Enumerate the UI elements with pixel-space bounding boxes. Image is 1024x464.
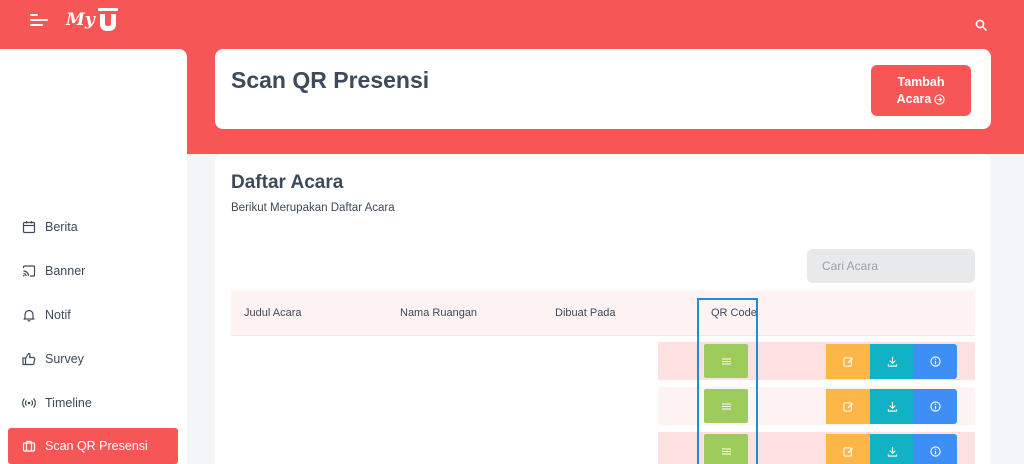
menu-lines-icon (721, 403, 731, 409)
search-event-input[interactable] (807, 249, 975, 283)
edit-icon (842, 402, 853, 412)
briefcase-icon (22, 440, 36, 452)
list-subtitle: Berikut Merupakan Daftar Acara (231, 202, 395, 214)
download-icon (887, 356, 897, 367)
bell-icon (23, 309, 35, 322)
qr-code-button[interactable] (704, 344, 748, 378)
broadcast-icon (22, 398, 36, 408)
edit-icon (842, 447, 853, 457)
add-event-label-line2: Acara (896, 91, 932, 106)
app-logo[interactable]: My (66, 4, 119, 36)
info-icon (929, 356, 941, 367)
info-icon (929, 446, 941, 457)
sidebar-item-scan-qr-presensi[interactable]: Scan QR Presensi (8, 428, 178, 464)
download-button[interactable] (870, 389, 914, 424)
calendar-icon (22, 221, 36, 234)
add-event-button[interactable]: Tambah Acara (871, 65, 971, 116)
search-icon[interactable] (975, 19, 987, 31)
info-button[interactable] (913, 389, 957, 424)
page-title: Scan QR Presensi (231, 67, 430, 93)
download-button[interactable] (870, 344, 914, 379)
table-header: Judul Acara Nama Ruangan Dibuat Pada QR … (231, 290, 975, 336)
thumbs-up-icon (22, 352, 36, 366)
edit-button[interactable] (826, 344, 870, 379)
info-button[interactable] (913, 434, 957, 464)
qr-code-button[interactable] (704, 389, 748, 423)
sidebar-item-label: Timeline (45, 396, 92, 410)
sidebar: Berita Banner Notif Survey Timeline Scan… (0, 49, 187, 464)
edit-button[interactable] (826, 389, 870, 424)
download-icon (887, 446, 897, 457)
sidebar-item-timeline[interactable]: Timeline (8, 385, 178, 421)
menu-lines-icon (721, 358, 731, 364)
hamburger-icon[interactable] (30, 13, 48, 27)
sidebar-item-label: Scan QR Presensi (45, 439, 148, 453)
event-list-card: Daftar Acara Berikut Merupakan Daftar Ac… (215, 154, 991, 464)
column-header-qr-code: QR Code (711, 307, 757, 319)
sidebar-item-survey[interactable]: Survey (8, 341, 178, 377)
info-icon (929, 401, 941, 412)
edit-icon (842, 357, 853, 367)
sidebar-item-label: Notif (45, 308, 71, 322)
sidebar-item-banner[interactable]: Banner (8, 253, 178, 289)
add-event-label-line1: Tambah (897, 74, 945, 89)
column-header-dibuat-pada: Dibuat Pada (555, 307, 616, 319)
download-icon (887, 401, 897, 412)
list-title: Daftar Acara (231, 172, 344, 193)
logo-mark-icon (97, 8, 118, 31)
info-button[interactable] (913, 344, 957, 379)
logo-text: My (66, 10, 95, 30)
sidebar-item-berita[interactable]: Berita (8, 209, 178, 245)
menu-lines-icon (721, 448, 731, 454)
column-header-judul-acara: Judul Acara (244, 307, 302, 319)
sidebar-item-label: Survey (45, 352, 84, 366)
page-header-card: Scan QR Presensi Tambah Acara (215, 49, 991, 129)
sidebar-item-label: Banner (45, 264, 86, 278)
download-button[interactable] (870, 434, 914, 464)
sidebar-item-notif[interactable]: Notif (8, 297, 178, 333)
column-header-nama-ruangan: Nama Ruangan (400, 307, 478, 319)
arrow-right-circle-icon (934, 93, 946, 105)
sidebar-item-label: Berita (45, 220, 78, 234)
cast-icon (22, 265, 36, 277)
edit-button[interactable] (826, 434, 870, 464)
qr-code-button[interactable] (704, 434, 748, 464)
